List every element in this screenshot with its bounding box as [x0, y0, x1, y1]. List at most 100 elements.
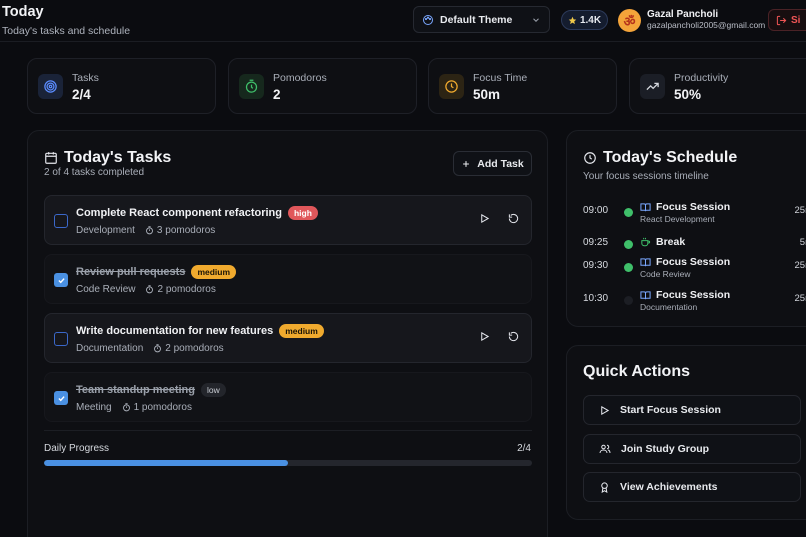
- task-meta: Documentation 2 pomodoros: [76, 343, 224, 354]
- users-icon: [599, 443, 611, 455]
- sign-out-label: Si: [791, 14, 801, 26]
- task-item[interactable]: Team standup meeting low Meeting 1 pomod…: [44, 372, 532, 422]
- view-achievements-button[interactable]: View Achievements: [583, 472, 801, 502]
- schedule-duration: 25m: [794, 205, 806, 216]
- task-title: Team standup meeting: [76, 384, 195, 396]
- task-pomodoros: 3 pomodoros: [145, 225, 215, 236]
- schedule-duration: 25m: [794, 293, 806, 304]
- tasks-panel: Today's Tasks 2 of 4 tasks completed Add…: [27, 130, 548, 537]
- stat-value: 50m: [473, 87, 501, 102]
- task-item[interactable]: Complete React component refactoring hig…: [44, 195, 532, 245]
- schedule-subtitle: React Development: [640, 214, 715, 224]
- status-dot: [624, 208, 633, 217]
- task-checkbox[interactable]: [54, 391, 68, 405]
- play-icon[interactable]: [479, 331, 490, 342]
- task-category: Code Review: [76, 284, 136, 295]
- task-meta: Meeting 1 pomodoros: [76, 402, 192, 413]
- task-pomodoros: 2 pomodoros: [145, 284, 216, 295]
- schedule-title: Focus Session: [656, 201, 731, 213]
- schedule-item[interactable]: 09:00 Focus Session React Development 25…: [583, 201, 806, 227]
- reset-icon[interactable]: [508, 331, 519, 342]
- book-icon: [640, 202, 651, 213]
- coffee-icon: [640, 237, 651, 248]
- schedule-title: Break: [656, 236, 686, 248]
- status-dot: [624, 263, 633, 272]
- timer-icon: [239, 74, 264, 99]
- github-stars-button[interactable]: 1.4K: [561, 10, 608, 30]
- sign-out-button[interactable]: Si: [768, 9, 806, 31]
- book-icon: [640, 257, 651, 268]
- task-meta: Code Review 2 pomodoros: [76, 284, 216, 295]
- user-name: Gazal Pancholi: [647, 9, 719, 20]
- task-item[interactable]: Write documentation for new features med…: [44, 313, 532, 363]
- status-dot: [624, 240, 633, 249]
- task-checkbox[interactable]: [54, 214, 68, 228]
- theme-selector[interactable]: Default Theme: [413, 6, 550, 33]
- status-dot: [624, 296, 633, 305]
- schedule-time: 10:30: [583, 293, 609, 304]
- task-checkbox[interactable]: [54, 273, 68, 287]
- stat-value: 2: [273, 87, 281, 102]
- stat-card-focus-time: Focus Time 50m: [428, 58, 617, 114]
- task-title: Write documentation for new features: [76, 325, 274, 337]
- page-subtitle: Today's tasks and schedule: [2, 25, 131, 37]
- divider: [44, 430, 532, 431]
- schedule-subtitle: Code Review: [640, 269, 691, 279]
- clock-icon: [439, 74, 464, 99]
- page-title: Today: [2, 4, 44, 20]
- logout-icon: [776, 15, 787, 26]
- task-title-row: Review pull requests medium: [76, 265, 237, 279]
- task-title: Review pull requests: [76, 266, 186, 278]
- schedule-title-text: Today's Schedule: [603, 149, 738, 166]
- timer-icon: [122, 403, 131, 412]
- avatar-glyph: ॐ: [623, 13, 636, 29]
- pomodoro-count: 1 pomodoros: [133, 402, 192, 413]
- schedule-time: 09:25: [583, 237, 609, 248]
- github-count: 1.4K: [579, 14, 602, 26]
- theme-label: Default Theme: [440, 13, 513, 26]
- start-focus-session-button[interactable]: Start Focus Session: [583, 395, 801, 425]
- action-label: Start Focus Session: [620, 404, 721, 416]
- progress-bar: [44, 460, 532, 466]
- plus-icon: [461, 159, 471, 169]
- reset-icon[interactable]: [508, 213, 519, 224]
- add-task-label: Add Task: [477, 157, 524, 170]
- progress-label: Daily Progress: [44, 443, 110, 454]
- stat-value: 50%: [674, 87, 702, 102]
- schedule-panel-title: Today's Schedule: [583, 149, 737, 167]
- tasks-title-text: Today's Tasks: [64, 149, 172, 166]
- top-header: Today Today's tasks and schedule Default…: [0, 0, 806, 42]
- join-study-group-button[interactable]: Join Study Group: [583, 434, 801, 464]
- schedule-time: 09:30: [583, 260, 609, 271]
- add-task-button[interactable]: Add Task: [453, 151, 532, 176]
- play-icon[interactable]: [479, 213, 490, 224]
- schedule-title: Focus Session: [656, 289, 731, 301]
- schedule-title-row: Focus Session: [640, 201, 730, 213]
- task-item[interactable]: Review pull requests medium Code Review …: [44, 254, 532, 304]
- action-label: Join Study Group: [621, 443, 710, 455]
- progress-fill: [44, 460, 288, 466]
- schedule-title-row: Focus Session: [640, 289, 730, 301]
- task-actions: [479, 331, 519, 342]
- task-category: Development: [76, 225, 135, 236]
- avatar[interactable]: ॐ: [618, 9, 641, 32]
- schedule-time: 09:00: [583, 205, 609, 216]
- schedule-duration: 5m: [799, 237, 806, 248]
- priority-badge: medium: [191, 265, 237, 279]
- quick-actions-title: Quick Actions: [583, 363, 690, 381]
- schedule-panel: Today's Schedule Your focus sessions tim…: [566, 130, 806, 327]
- task-title-row: Write documentation for new features med…: [76, 324, 324, 338]
- schedule-duration: 25m: [794, 260, 806, 271]
- tasks-panel-title: Today's Tasks: [44, 149, 171, 167]
- stat-card-pomodoros: Pomodoros 2: [228, 58, 417, 114]
- priority-badge: high: [287, 206, 318, 220]
- schedule-item[interactable]: 10:30 Focus Session Documentation 25m: [583, 289, 806, 315]
- chevron-down-icon: [531, 15, 541, 25]
- timer-icon: [145, 226, 154, 235]
- stat-label: Focus Time: [473, 72, 528, 84]
- schedule-item[interactable]: 09:30 Focus Session Code Review 25m: [583, 256, 806, 282]
- task-checkbox[interactable]: [54, 332, 68, 346]
- stat-card-tasks: Tasks 2/4: [27, 58, 216, 114]
- target-icon: [38, 74, 63, 99]
- task-title-row: Complete React component refactoring hig…: [76, 206, 318, 220]
